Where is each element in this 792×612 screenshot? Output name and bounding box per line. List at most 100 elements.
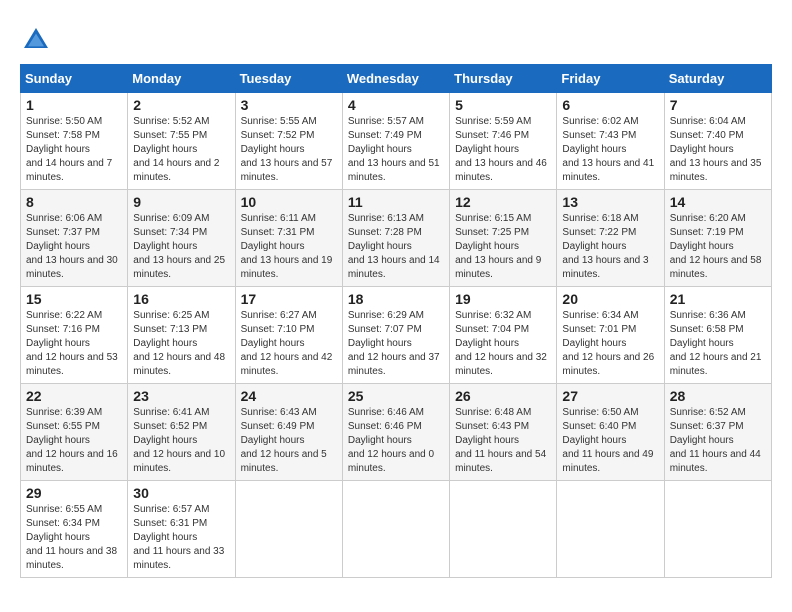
day-number: 20 [562, 291, 658, 307]
day-info: Sunrise: 6:06 AM Sunset: 7:37 PM Dayligh… [26, 212, 122, 282]
day-info: Sunrise: 5:57 AM Sunset: 7:49 PM Dayligh… [348, 115, 444, 185]
day-cell-26: 26 Sunrise: 6:48 AM Sunset: 6:43 PM Dayl… [450, 384, 557, 481]
day-cell-1: 1 Sunrise: 5:50 AM Sunset: 7:58 PM Dayli… [21, 93, 128, 190]
day-number: 25 [348, 388, 444, 404]
column-header-wednesday: Wednesday [342, 65, 449, 93]
empty-cell [342, 481, 449, 578]
day-cell-7: 7 Sunrise: 6:04 AM Sunset: 7:40 PM Dayli… [664, 93, 771, 190]
day-info: Sunrise: 6:09 AM Sunset: 7:34 PM Dayligh… [133, 212, 229, 282]
day-number: 8 [26, 194, 122, 210]
day-info: Sunrise: 6:15 AM Sunset: 7:25 PM Dayligh… [455, 212, 551, 282]
logo-icon [20, 24, 52, 56]
day-cell-2: 2 Sunrise: 5:52 AM Sunset: 7:55 PM Dayli… [128, 93, 235, 190]
day-info: Sunrise: 6:20 AM Sunset: 7:19 PM Dayligh… [670, 212, 766, 282]
day-info: Sunrise: 6:43 AM Sunset: 6:49 PM Dayligh… [241, 406, 337, 476]
day-number: 7 [670, 97, 766, 113]
week-row-4: 22 Sunrise: 6:39 AM Sunset: 6:55 PM Dayl… [21, 384, 772, 481]
column-header-saturday: Saturday [664, 65, 771, 93]
day-number: 2 [133, 97, 229, 113]
day-number: 4 [348, 97, 444, 113]
page-header [20, 20, 772, 56]
day-number: 19 [455, 291, 551, 307]
day-number: 5 [455, 97, 551, 113]
day-info: Sunrise: 6:02 AM Sunset: 7:43 PM Dayligh… [562, 115, 658, 185]
day-number: 22 [26, 388, 122, 404]
day-info: Sunrise: 6:29 AM Sunset: 7:07 PM Dayligh… [348, 309, 444, 379]
day-number: 16 [133, 291, 229, 307]
day-cell-13: 13 Sunrise: 6:18 AM Sunset: 7:22 PM Dayl… [557, 190, 664, 287]
day-cell-24: 24 Sunrise: 6:43 AM Sunset: 6:49 PM Dayl… [235, 384, 342, 481]
day-info: Sunrise: 5:52 AM Sunset: 7:55 PM Dayligh… [133, 115, 229, 185]
day-cell-10: 10 Sunrise: 6:11 AM Sunset: 7:31 PM Dayl… [235, 190, 342, 287]
day-cell-12: 12 Sunrise: 6:15 AM Sunset: 7:25 PM Dayl… [450, 190, 557, 287]
day-number: 11 [348, 194, 444, 210]
day-number: 21 [670, 291, 766, 307]
day-number: 30 [133, 485, 229, 501]
day-info: Sunrise: 6:22 AM Sunset: 7:16 PM Dayligh… [26, 309, 122, 379]
day-cell-3: 3 Sunrise: 5:55 AM Sunset: 7:52 PM Dayli… [235, 93, 342, 190]
day-info: Sunrise: 6:13 AM Sunset: 7:28 PM Dayligh… [348, 212, 444, 282]
day-cell-15: 15 Sunrise: 6:22 AM Sunset: 7:16 PM Dayl… [21, 287, 128, 384]
day-cell-11: 11 Sunrise: 6:13 AM Sunset: 7:28 PM Dayl… [342, 190, 449, 287]
week-row-5: 29 Sunrise: 6:55 AM Sunset: 6:34 PM Dayl… [21, 481, 772, 578]
day-info: Sunrise: 6:34 AM Sunset: 7:01 PM Dayligh… [562, 309, 658, 379]
day-cell-30: 30 Sunrise: 6:57 AM Sunset: 6:31 PM Dayl… [128, 481, 235, 578]
day-number: 15 [26, 291, 122, 307]
column-header-friday: Friday [557, 65, 664, 93]
week-row-3: 15 Sunrise: 6:22 AM Sunset: 7:16 PM Dayl… [21, 287, 772, 384]
day-cell-19: 19 Sunrise: 6:32 AM Sunset: 7:04 PM Dayl… [450, 287, 557, 384]
day-cell-14: 14 Sunrise: 6:20 AM Sunset: 7:19 PM Dayl… [664, 190, 771, 287]
day-info: Sunrise: 6:46 AM Sunset: 6:46 PM Dayligh… [348, 406, 444, 476]
empty-cell [664, 481, 771, 578]
day-info: Sunrise: 6:27 AM Sunset: 7:10 PM Dayligh… [241, 309, 337, 379]
day-info: Sunrise: 6:18 AM Sunset: 7:22 PM Dayligh… [562, 212, 658, 282]
day-info: Sunrise: 6:11 AM Sunset: 7:31 PM Dayligh… [241, 212, 337, 282]
day-info: Sunrise: 6:41 AM Sunset: 6:52 PM Dayligh… [133, 406, 229, 476]
logo [20, 24, 56, 56]
empty-cell [557, 481, 664, 578]
day-info: Sunrise: 6:52 AM Sunset: 6:37 PM Dayligh… [670, 406, 766, 476]
column-header-sunday: Sunday [21, 65, 128, 93]
week-row-2: 8 Sunrise: 6:06 AM Sunset: 7:37 PM Dayli… [21, 190, 772, 287]
day-info: Sunrise: 6:32 AM Sunset: 7:04 PM Dayligh… [455, 309, 551, 379]
day-info: Sunrise: 5:50 AM Sunset: 7:58 PM Dayligh… [26, 115, 122, 185]
day-number: 18 [348, 291, 444, 307]
day-info: Sunrise: 6:36 AM Sunset: 6:58 PM Dayligh… [670, 309, 766, 379]
day-cell-6: 6 Sunrise: 6:02 AM Sunset: 7:43 PM Dayli… [557, 93, 664, 190]
day-cell-25: 25 Sunrise: 6:46 AM Sunset: 6:46 PM Dayl… [342, 384, 449, 481]
day-cell-4: 4 Sunrise: 5:57 AM Sunset: 7:49 PM Dayli… [342, 93, 449, 190]
day-cell-23: 23 Sunrise: 6:41 AM Sunset: 6:52 PM Dayl… [128, 384, 235, 481]
day-number: 12 [455, 194, 551, 210]
day-cell-8: 8 Sunrise: 6:06 AM Sunset: 7:37 PM Dayli… [21, 190, 128, 287]
day-number: 9 [133, 194, 229, 210]
day-number: 23 [133, 388, 229, 404]
day-cell-28: 28 Sunrise: 6:52 AM Sunset: 6:37 PM Dayl… [664, 384, 771, 481]
day-cell-29: 29 Sunrise: 6:55 AM Sunset: 6:34 PM Dayl… [21, 481, 128, 578]
column-header-tuesday: Tuesday [235, 65, 342, 93]
day-number: 1 [26, 97, 122, 113]
day-info: Sunrise: 6:39 AM Sunset: 6:55 PM Dayligh… [26, 406, 122, 476]
day-cell-22: 22 Sunrise: 6:39 AM Sunset: 6:55 PM Dayl… [21, 384, 128, 481]
day-cell-5: 5 Sunrise: 5:59 AM Sunset: 7:46 PM Dayli… [450, 93, 557, 190]
day-cell-18: 18 Sunrise: 6:29 AM Sunset: 7:07 PM Dayl… [342, 287, 449, 384]
day-info: Sunrise: 6:50 AM Sunset: 6:40 PM Dayligh… [562, 406, 658, 476]
day-info: Sunrise: 6:04 AM Sunset: 7:40 PM Dayligh… [670, 115, 766, 185]
day-number: 3 [241, 97, 337, 113]
day-cell-27: 27 Sunrise: 6:50 AM Sunset: 6:40 PM Dayl… [557, 384, 664, 481]
day-number: 26 [455, 388, 551, 404]
column-header-monday: Monday [128, 65, 235, 93]
day-cell-9: 9 Sunrise: 6:09 AM Sunset: 7:34 PM Dayli… [128, 190, 235, 287]
day-number: 24 [241, 388, 337, 404]
day-number: 14 [670, 194, 766, 210]
day-number: 13 [562, 194, 658, 210]
day-number: 10 [241, 194, 337, 210]
day-info: Sunrise: 5:55 AM Sunset: 7:52 PM Dayligh… [241, 115, 337, 185]
day-info: Sunrise: 6:48 AM Sunset: 6:43 PM Dayligh… [455, 406, 551, 476]
empty-cell [450, 481, 557, 578]
day-cell-20: 20 Sunrise: 6:34 AM Sunset: 7:01 PM Dayl… [557, 287, 664, 384]
calendar-table: SundayMondayTuesdayWednesdayThursdayFrid… [20, 64, 772, 578]
day-number: 27 [562, 388, 658, 404]
empty-cell [235, 481, 342, 578]
day-info: Sunrise: 5:59 AM Sunset: 7:46 PM Dayligh… [455, 115, 551, 185]
day-info: Sunrise: 6:25 AM Sunset: 7:13 PM Dayligh… [133, 309, 229, 379]
